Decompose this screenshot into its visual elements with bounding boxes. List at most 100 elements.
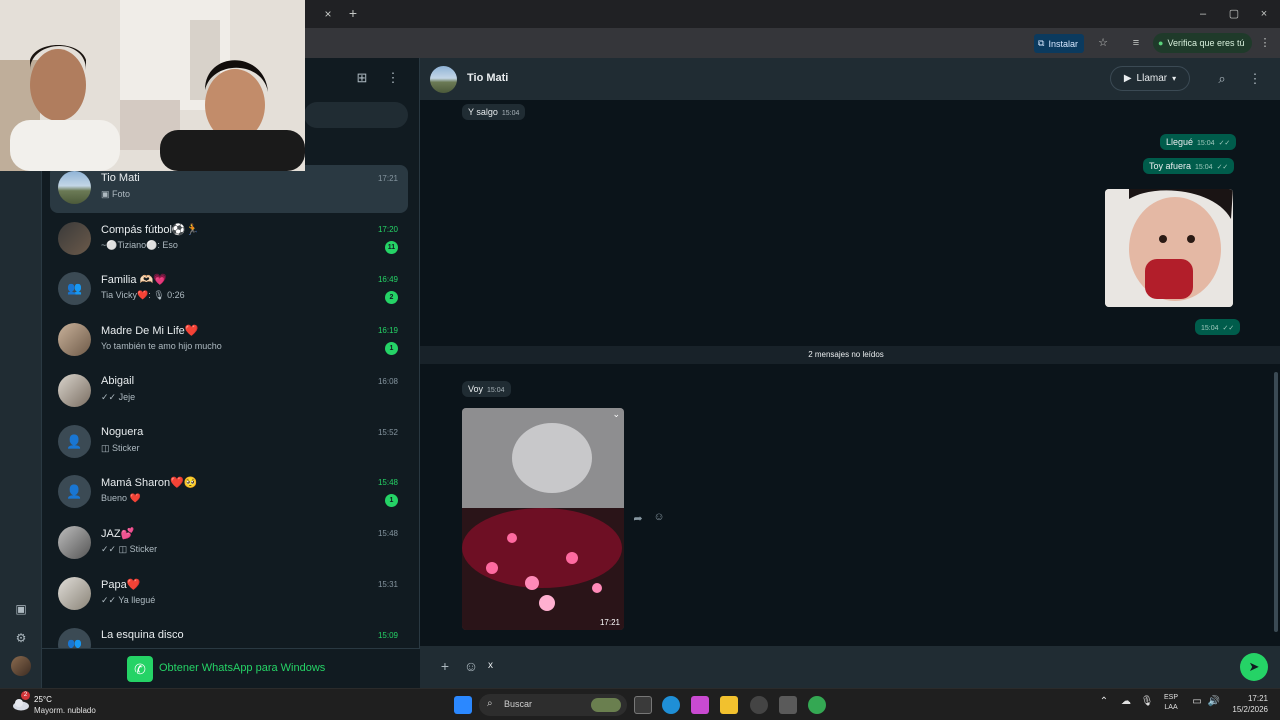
install-label: Instalar bbox=[1048, 38, 1078, 49]
minimize-icon[interactable]: – bbox=[1193, 6, 1213, 22]
video-call-icon: ▶ bbox=[1123, 73, 1132, 84]
photo-time: 17:21 bbox=[599, 618, 620, 627]
microphone-icon[interactable]: 🎙 bbox=[1139, 696, 1155, 707]
taskbar-search[interactable]: ⌕ Buscar bbox=[479, 694, 627, 716]
chat-name: La esquina disco bbox=[101, 629, 184, 641]
windows-taskbar: 2 25°C Mayorm. nublado ⌕ Buscar ⌃ ☁ 🎙 ES… bbox=[0, 688, 1280, 720]
avatar bbox=[58, 323, 91, 356]
get-whatsapp-label: Obtener WhatsApp para Windows bbox=[159, 662, 326, 674]
task-view-icon[interactable] bbox=[634, 696, 652, 714]
forward-icon[interactable]: ➦ bbox=[631, 512, 645, 526]
install-button[interactable]: ⧉ Instalar bbox=[1034, 34, 1084, 53]
bookmark-star-icon[interactable]: ☆ bbox=[1095, 35, 1111, 51]
tab-close-icon[interactable]: × bbox=[320, 6, 336, 22]
browser-menu-icon[interactable]: ⋮ bbox=[1257, 35, 1273, 51]
send-button[interactable]: ➤ bbox=[1240, 653, 1268, 681]
conversation-header[interactable]: Tio Mati ▶ Llamar ▾ ⌕ ⋮ bbox=[420, 58, 1280, 100]
read-receipt-icon: ✓✓ bbox=[1222, 325, 1235, 332]
call-label: Llamar bbox=[1136, 73, 1168, 84]
avatar bbox=[58, 526, 91, 559]
photo-baby[interactable] bbox=[1105, 189, 1233, 307]
message-text: Toy afuera bbox=[1149, 161, 1192, 171]
scrollbar-thumb[interactable] bbox=[1274, 372, 1278, 632]
get-whatsapp-banner[interactable]: ✆ Obtener WhatsApp para Windows bbox=[42, 648, 420, 688]
language-indicator[interactable]: ESP LAA bbox=[1164, 693, 1178, 713]
react-emoji-icon[interactable]: ☺ bbox=[652, 510, 666, 524]
default-avatar-icon: 👤 bbox=[58, 425, 91, 458]
reading-list-icon[interactable]: ≡ bbox=[1128, 35, 1144, 51]
chat-preview: ▣ Foto bbox=[101, 189, 131, 199]
weather-temp: 25°C bbox=[34, 695, 52, 704]
restore-icon[interactable]: ▢ bbox=[1224, 6, 1244, 22]
clock-time: 17:21 bbox=[1247, 694, 1268, 703]
avatar bbox=[58, 374, 91, 407]
chat-item-familia[interactable]: 👥 Familia 🫶🏻💗 Tia Vicky❤️: 🎙 0:26 16:49 … bbox=[50, 266, 408, 314]
contact-avatar[interactable] bbox=[430, 66, 457, 93]
new-chat-icon[interactable]: ⊞ bbox=[354, 70, 370, 86]
copilot-icon[interactable] bbox=[691, 696, 709, 714]
clock[interactable]: 17:21 15/2/2026 bbox=[1224, 693, 1268, 715]
message-outgoing[interactable]: 15:04 ✓✓ bbox=[1195, 319, 1241, 335]
message-text: Y salgo bbox=[468, 107, 498, 117]
weather-alert-badge: 2 bbox=[21, 691, 30, 700]
tray-chevron-icon[interactable]: ⌃ bbox=[1096, 696, 1112, 707]
chat-item-noguera[interactable]: 👤 Noguera ◫ Sticker 15:52 bbox=[50, 419, 408, 467]
unread-badge: 1 bbox=[385, 342, 398, 355]
volume-icon[interactable]: 🔊 bbox=[1206, 696, 1222, 707]
chat-time: 16:19 bbox=[377, 326, 398, 335]
profile-avatar[interactable] bbox=[11, 656, 31, 676]
chrome-icon[interactable] bbox=[808, 696, 826, 714]
chat-item-abigail[interactable]: Abigail ✓✓ Jeje 16:08 bbox=[50, 368, 408, 416]
onedrive-icon[interactable]: ☁ bbox=[1118, 696, 1134, 707]
message-input[interactable]: x bbox=[488, 660, 493, 671]
media-icon[interactable]: ▣ bbox=[13, 601, 29, 617]
chat-item-mama-sharon[interactable]: 👤 Mamá Sharon❤️🥺 Bueno ❤️ 15:48 1 bbox=[50, 469, 408, 517]
sticker-emoji-icon[interactable]: ☺ bbox=[462, 657, 480, 675]
chat-item-madre[interactable]: Madre De Mi Life❤️ Yo también te amo hij… bbox=[50, 317, 408, 365]
search-icon[interactable]: ⌕ bbox=[1214, 71, 1230, 87]
shield-icon: ● bbox=[1158, 38, 1164, 48]
unread-badge: 2 bbox=[385, 291, 398, 304]
message-time: 15:04 bbox=[1195, 164, 1213, 171]
chat-item-la-esquina-disco[interactable]: 👥 La esquina disco 15:09 bbox=[50, 622, 408, 648]
file-explorer-icon[interactable] bbox=[720, 696, 738, 714]
read-receipt-icon: ✓✓ bbox=[1216, 164, 1229, 171]
message-incoming[interactable]: Voy 15:04 bbox=[462, 381, 511, 397]
verify-label: Verifica que eres tú bbox=[1167, 38, 1245, 48]
default-avatar-icon: 👤 bbox=[58, 475, 91, 508]
app-icon[interactable] bbox=[750, 696, 768, 714]
message-text: Llegué bbox=[1166, 137, 1194, 147]
unread-badge: 11 bbox=[385, 241, 398, 254]
lang-bottom: LAA bbox=[1164, 704, 1178, 711]
chevron-down-icon[interactable]: ⌄ bbox=[612, 409, 620, 420]
chat-item-papa[interactable]: Papa❤️ ✓✓ Ya llegué 15:31 bbox=[50, 571, 408, 619]
windows-start-icon[interactable] bbox=[454, 696, 472, 714]
chat-item-tio-mati[interactable]: Tio Mati ▣ Foto 17:21 bbox=[50, 165, 408, 213]
scrollbar[interactable] bbox=[1274, 102, 1278, 644]
chat-menu-icon[interactable]: ⋮ bbox=[1247, 71, 1263, 87]
chat-preview: ✓✓ ◫ Sticker bbox=[101, 544, 158, 554]
chat-preview: Tia Vicky❤️: 🎙 0:26 bbox=[101, 290, 185, 300]
window-close-icon[interactable]: × bbox=[1254, 6, 1274, 22]
edge-icon[interactable] bbox=[662, 696, 680, 714]
attach-plus-icon[interactable]: + bbox=[436, 657, 454, 675]
call-button[interactable]: ▶ Llamar ▾ bbox=[1110, 66, 1190, 91]
message-incoming[interactable]: Y salgo 15:04 bbox=[462, 104, 526, 120]
chat-item-jaz[interactable]: JAZ💕 ✓✓ ◫ Sticker 15:48 bbox=[50, 520, 408, 568]
message-outgoing[interactable]: Llegué 15:04 ✓✓ bbox=[1160, 134, 1237, 150]
chat-time: 16:49 bbox=[377, 275, 398, 284]
message-time: 15:04 bbox=[501, 110, 520, 117]
settings-gear-icon[interactable]: ⚙ bbox=[13, 630, 29, 646]
chat-name: Familia 🫶🏻💗 bbox=[101, 274, 167, 286]
search-input[interactable] bbox=[304, 102, 408, 128]
contact-name[interactable]: Tio Mati bbox=[467, 72, 508, 84]
settings-icon[interactable] bbox=[779, 696, 797, 714]
network-icon[interactable]: ▭ bbox=[1189, 696, 1205, 707]
chat-preview: Yo también te amo hijo mucho bbox=[101, 341, 222, 351]
verify-button[interactable]: ● Verifica que eres tú bbox=[1153, 33, 1253, 53]
photo-roses[interactable]: ⌄ 17:21 bbox=[462, 408, 624, 630]
message-outgoing[interactable]: Toy afuera 15:04 ✓✓ bbox=[1143, 158, 1235, 174]
chat-item-compas-futbol[interactable]: Compás fútbol⚽🏃 ~⚪Tiziano⚪: Eso 17:20 11 bbox=[50, 216, 408, 264]
menu-icon[interactable]: ⋮ bbox=[385, 70, 401, 86]
new-tab-icon[interactable]: + bbox=[345, 5, 361, 21]
